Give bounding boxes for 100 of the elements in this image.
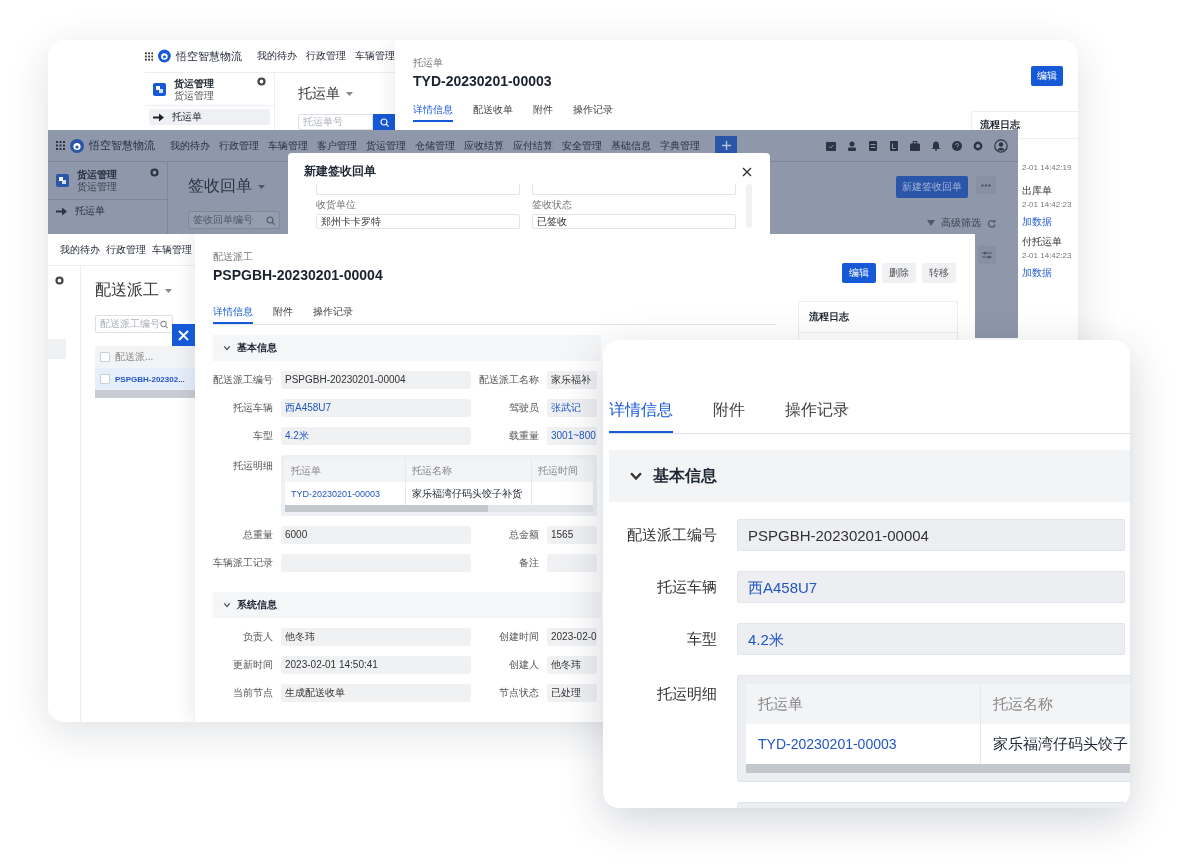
section-header[interactable]: 基本信息 bbox=[213, 335, 601, 361]
tab[interactable]: 操作记录 bbox=[313, 305, 353, 324]
nav-item[interactable]: 车辆管理 bbox=[355, 49, 395, 63]
calendar-icon[interactable] bbox=[826, 140, 836, 151]
nav-item[interactable]: 我的待办 bbox=[257, 49, 297, 63]
log-title: 付托运单 bbox=[1022, 235, 1063, 249]
search-icon[interactable] bbox=[266, 215, 275, 225]
scrollbar[interactable] bbox=[285, 505, 593, 512]
nav-item[interactable]: 应付结算 bbox=[513, 138, 553, 153]
field-label: 创建时间 bbox=[498, 630, 539, 644]
link[interactable]: PSPGBH-202302... bbox=[115, 374, 185, 384]
field-label: 载重量 bbox=[508, 429, 539, 443]
page-title-dropdown[interactable]: 托运单 bbox=[298, 85, 353, 103]
input-field[interactable] bbox=[316, 184, 520, 195]
nav-item[interactable]: 车辆管理 bbox=[268, 138, 308, 153]
close-button[interactable] bbox=[172, 324, 195, 346]
field-label: 车型 bbox=[252, 429, 273, 443]
nav-item[interactable]: 车辆管理 bbox=[152, 242, 192, 257]
nav-item[interactable]: 我的待办 bbox=[60, 242, 100, 257]
avatar-icon[interactable] bbox=[994, 138, 1008, 153]
nav-item[interactable]: 仓储管理 bbox=[415, 138, 455, 153]
brand-name: 悟空智慧物流 bbox=[89, 138, 155, 153]
caret-icon[interactable] bbox=[346, 92, 353, 96]
person-icon[interactable] bbox=[847, 140, 857, 151]
nav-item[interactable]: 行政管理 bbox=[106, 242, 146, 257]
tab[interactable]: 附件 bbox=[533, 103, 553, 122]
field-label: 节点状态 bbox=[498, 686, 539, 700]
checkbox[interactable] bbox=[100, 352, 110, 362]
link[interactable]: 加数据 bbox=[1022, 266, 1052, 280]
settings-icon[interactable] bbox=[973, 140, 983, 151]
tab[interactable]: 详情信息 bbox=[413, 103, 453, 122]
caret-icon[interactable] bbox=[165, 288, 172, 293]
nav-item[interactable]: 安全管理 bbox=[562, 138, 602, 153]
field-label: 签收状态 bbox=[532, 199, 573, 211]
link[interactable]: 加数据 bbox=[1022, 215, 1052, 229]
close-icon[interactable] bbox=[742, 166, 752, 177]
scrollbar[interactable] bbox=[746, 764, 1130, 773]
sidebar-item[interactable]: 托运单 bbox=[149, 109, 270, 125]
nav-item[interactable]: 货运管理 bbox=[366, 138, 406, 153]
chevron-down-icon[interactable] bbox=[223, 601, 231, 609]
tab[interactable]: 附件 bbox=[713, 400, 745, 433]
panel-title: 流程日志 bbox=[799, 302, 957, 333]
nav-item[interactable]: 我的待办 bbox=[170, 138, 210, 153]
nav-item[interactable]: 客户管理 bbox=[317, 138, 357, 153]
input-field[interactable]: 已签收 bbox=[532, 214, 736, 229]
action-button[interactable]: 删除 bbox=[882, 263, 916, 283]
input-field[interactable]: 郑州卡卡罗特 bbox=[316, 214, 520, 229]
filter-icon[interactable] bbox=[927, 220, 935, 226]
nav-item[interactable]: 行政管理 bbox=[306, 49, 346, 63]
input-field[interactable] bbox=[532, 184, 736, 195]
settings-icon[interactable] bbox=[55, 276, 64, 285]
document-icon[interactable] bbox=[868, 140, 878, 151]
help-icon[interactable] bbox=[952, 140, 962, 151]
column-settings-button[interactable] bbox=[978, 246, 996, 264]
arrow-icon bbox=[56, 206, 67, 216]
link[interactable]: TYD-20230201-00003 bbox=[746, 736, 980, 752]
column-header: 托运单 bbox=[757, 694, 804, 714]
section-title: 系统信息 bbox=[237, 598, 277, 612]
primary-button[interactable]: 编辑 bbox=[1031, 66, 1063, 86]
search-button[interactable] bbox=[373, 114, 395, 130]
scrollbar[interactable] bbox=[95, 390, 196, 398]
primary-button[interactable]: 编辑 bbox=[842, 263, 876, 283]
search-icon[interactable] bbox=[160, 319, 168, 329]
field-label: 托运明细 bbox=[232, 459, 273, 473]
nav-item[interactable]: 行政管理 bbox=[219, 138, 259, 153]
primary-button[interactable]: 新建签收回单 bbox=[896, 176, 968, 198]
section-header[interactable]: 基本信息 bbox=[609, 450, 1130, 502]
settings-icon[interactable] bbox=[150, 168, 159, 177]
sidebar-item[interactable]: 托运单 bbox=[52, 203, 163, 219]
chevron-down-icon[interactable] bbox=[223, 344, 231, 352]
tab[interactable]: 详情信息 bbox=[213, 305, 253, 324]
field-label: 备注 bbox=[518, 556, 539, 570]
column-header: 配送派... bbox=[115, 350, 154, 364]
tab[interactable]: 操作记录 bbox=[573, 103, 613, 122]
nav-item[interactable]: 基础信息 bbox=[611, 138, 651, 153]
page-title-dropdown[interactable]: 配送派工 bbox=[95, 280, 172, 301]
nav-item[interactable]: 字典管理 bbox=[660, 138, 700, 153]
field-label: 托运车辆 bbox=[232, 401, 273, 415]
menu-icon[interactable] bbox=[145, 51, 154, 61]
tab[interactable]: 配送收单 bbox=[473, 103, 513, 122]
nav-item[interactable]: 应收结算 bbox=[464, 138, 504, 153]
action-button[interactable]: 转移 bbox=[922, 263, 956, 283]
value-field: PSPGBH-20230201-00004 bbox=[737, 519, 1125, 551]
tab[interactable]: 详情信息 bbox=[609, 400, 673, 433]
add-button[interactable] bbox=[715, 135, 737, 156]
refresh-icon[interactable] bbox=[987, 218, 996, 228]
caret-icon[interactable] bbox=[258, 184, 265, 189]
checkbox[interactable] bbox=[100, 374, 110, 384]
page-title-dropdown[interactable]: 签收回单 bbox=[188, 176, 265, 197]
field-label: 托运车辆 bbox=[656, 577, 717, 597]
field-label: 总重量 bbox=[242, 528, 273, 542]
filter-link[interactable]: 高级筛选 bbox=[941, 216, 981, 230]
table-row[interactable]: PSPGBH-202302... bbox=[95, 368, 196, 390]
tab[interactable]: 操作记录 bbox=[785, 400, 849, 433]
briefcase-icon[interactable] bbox=[910, 140, 920, 151]
bell-icon[interactable] bbox=[931, 140, 941, 151]
tab[interactable]: 附件 bbox=[273, 305, 293, 324]
link[interactable]: TYD-20230201-00003 bbox=[285, 488, 405, 499]
settings-icon[interactable] bbox=[257, 77, 266, 86]
section-header[interactable]: 系统信息 bbox=[213, 592, 601, 618]
